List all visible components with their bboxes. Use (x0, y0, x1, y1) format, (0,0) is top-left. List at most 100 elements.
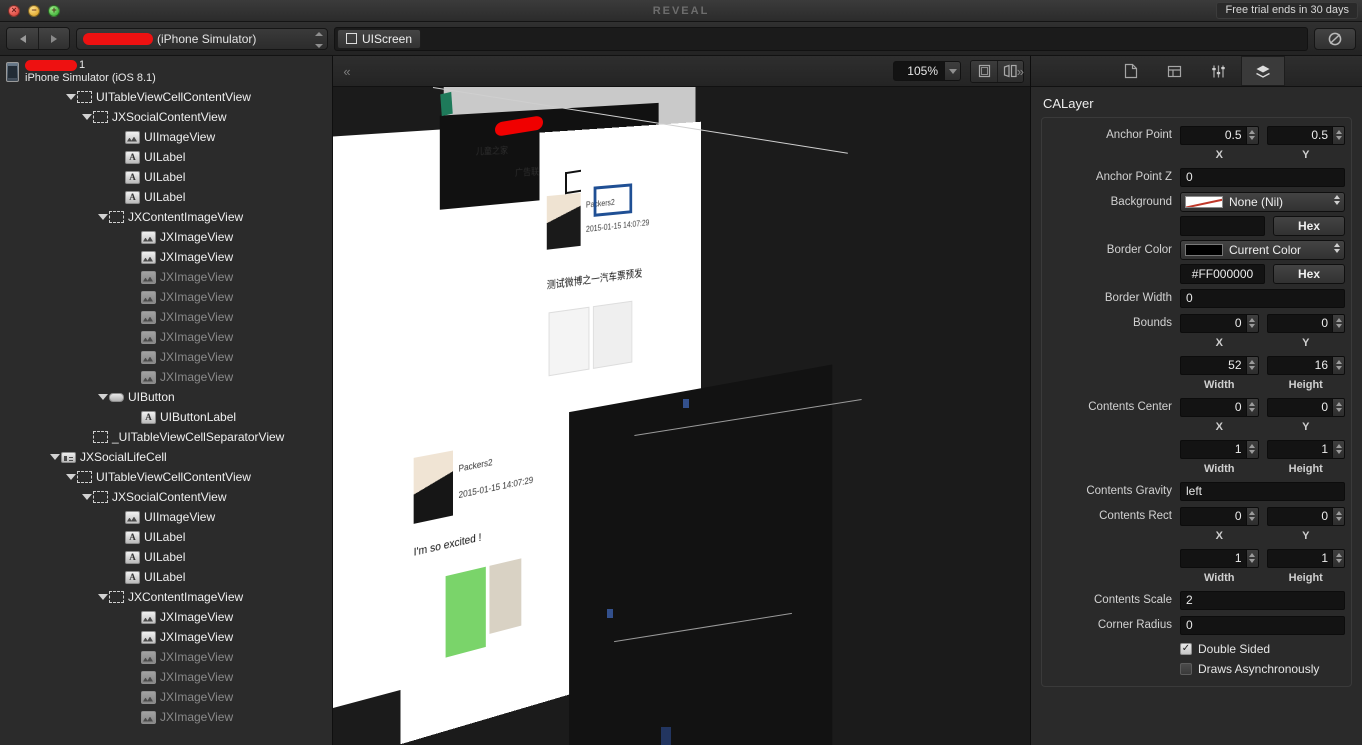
forward-button[interactable] (38, 28, 69, 49)
scene-layer-foreground-shadow[interactable] (569, 364, 833, 745)
tree-row[interactable]: JXImageView (0, 327, 332, 347)
tree-row[interactable]: JXImageView (0, 347, 332, 367)
tree-row[interactable]: JXSocialContentView (0, 107, 332, 127)
view-hierarchy-tree[interactable]: UITableViewCellContentView JXSocialConten… (0, 87, 332, 745)
border-color-hex-input[interactable]: #FF000000 (1180, 264, 1265, 284)
bounds-x-stepper[interactable] (1245, 313, 1259, 333)
disclosure-triangle-icon[interactable] (64, 474, 77, 480)
tree-row[interactable]: A UIButtonLabel (0, 407, 332, 427)
tree-row[interactable]: JXImageView (0, 667, 332, 687)
width-width-stepper[interactable] (1245, 355, 1259, 375)
refresh-button[interactable] (1314, 27, 1356, 50)
tree-row[interactable]: A UILabel (0, 147, 332, 167)
view-mode-2d-button[interactable] (971, 60, 997, 82)
tree-row[interactable]: JXContentImageView (0, 587, 332, 607)
background-hex-input[interactable] (1180, 216, 1265, 236)
tree-row[interactable]: JXImageView (0, 647, 332, 667)
tree-row[interactable]: JXContentImageView (0, 207, 332, 227)
border-color-format-dropdown[interactable]: Hex (1273, 264, 1345, 284)
tree-row[interactable]: JXImageView (0, 687, 332, 707)
contents-rect-y-input[interactable]: 0 (1266, 506, 1332, 526)
chevron-double-right-icon[interactable]: » (1017, 64, 1024, 79)
back-button[interactable] (7, 28, 38, 49)
sidebar-device-header[interactable]: 1 iPhone Simulator (iOS 8.1) (0, 56, 332, 87)
zoom-window-button[interactable]: + (48, 4, 60, 17)
anchor-point-x-stepper[interactable] (1245, 125, 1259, 145)
tree-row[interactable]: JXImageView (0, 707, 332, 727)
zoom-level-input[interactable]: 105% (893, 61, 945, 81)
tab-document[interactable] (1109, 56, 1153, 86)
tree-row[interactable]: UITableViewCellContentView (0, 87, 332, 107)
tree-row[interactable]: JXImageView (0, 627, 332, 647)
tab-layers[interactable] (1240, 56, 1285, 86)
inspector-content[interactable]: Anchor Point 0.5 0.5 X Y Anchor Point Z 0 Backg… (1031, 117, 1362, 745)
bounds-y-stepper[interactable] (1332, 313, 1345, 333)
tab-sliders[interactable] (1197, 56, 1241, 86)
anchor-point-y-input[interactable]: 0.5 (1266, 125, 1332, 145)
close-window-button[interactable]: × (8, 4, 20, 17)
anchor-point-x-input[interactable]: 0.5 (1180, 125, 1246, 145)
tree-row[interactable]: JXImageView (0, 287, 332, 307)
double-sided-checkbox[interactable]: ✓ (1180, 643, 1192, 655)
tab-table[interactable] (1153, 56, 1197, 86)
corner-radius-input[interactable]: 0 (1180, 615, 1345, 635)
tree-row[interactable]: JXImageView (0, 307, 332, 327)
contents-center-y-stepper[interactable] (1332, 397, 1345, 417)
width-height-input[interactable]: 1 (1266, 439, 1332, 459)
chevron-double-left-icon[interactable]: « (339, 64, 355, 79)
disclosure-triangle-icon[interactable] (96, 394, 109, 400)
width-height-stepper[interactable] (1332, 355, 1345, 375)
disclosure-triangle-icon[interactable] (96, 594, 109, 600)
breadcrumb-item-uiscreen[interactable]: UIScreen (337, 28, 422, 49)
width-height-stepper[interactable] (1332, 439, 1345, 459)
tree-row[interactable]: A UILabel (0, 547, 332, 567)
contents-rect-x-input[interactable]: 0 (1180, 506, 1246, 526)
3d-view-canvas[interactable]: 儿童之家 广告联盟 Packers2 2015-01-15 14:07:29 测… (333, 87, 1030, 745)
anchor-point-y-stepper[interactable] (1332, 125, 1345, 145)
contents-rect-x-stepper[interactable] (1245, 506, 1259, 526)
disclosure-triangle-icon[interactable] (96, 214, 109, 220)
tree-row[interactable]: A UILabel (0, 187, 332, 207)
tree-row[interactable]: JXImageView (0, 247, 332, 267)
tree-row[interactable]: JXImageView (0, 367, 332, 387)
tree-row[interactable]: A UILabel (0, 527, 332, 547)
property-row-draws-asynchronously[interactable]: Draws Asynchronously (1048, 662, 1345, 676)
tree-row[interactable]: JXSocialLifeCell (0, 447, 332, 467)
width-height-input[interactable]: 16 (1266, 355, 1332, 375)
width-width-input[interactable]: 52 (1180, 355, 1246, 375)
zoom-dropdown-button[interactable] (945, 61, 961, 81)
tree-row[interactable]: JXImageView (0, 267, 332, 287)
anchor-point-z-input[interactable]: 0 (1180, 167, 1345, 187)
width-width-stepper[interactable] (1245, 548, 1259, 568)
contents-center-x-input[interactable]: 0 (1180, 397, 1246, 417)
background-format-dropdown[interactable]: Hex (1273, 216, 1345, 236)
width-height-stepper[interactable] (1332, 548, 1345, 568)
tree-row[interactable]: JXImageView (0, 607, 332, 627)
contents-center-x-stepper[interactable] (1245, 397, 1259, 417)
disclosure-triangle-icon[interactable] (80, 114, 93, 120)
contents-gravity-input[interactable]: left (1180, 481, 1345, 501)
draws-asynchronously-checkbox[interactable] (1180, 663, 1192, 675)
disclosure-triangle-icon[interactable] (48, 454, 61, 460)
width-width-stepper[interactable] (1245, 439, 1259, 459)
disclosure-triangle-icon[interactable] (80, 494, 93, 500)
width-height-input[interactable]: 1 (1266, 548, 1332, 568)
bounds-y-input[interactable]: 0 (1266, 313, 1332, 333)
contents-rect-y-stepper[interactable] (1332, 506, 1345, 526)
view-hierarchy-sidebar[interactable]: 1 iPhone Simulator (iOS 8.1) UITableView… (0, 56, 333, 745)
app-selector-dropdown[interactable]: (iPhone Simulator) (76, 27, 328, 50)
tree-row[interactable]: UIImageView (0, 507, 332, 527)
tree-row[interactable]: A UILabel (0, 567, 332, 587)
tree-row[interactable]: UIButton (0, 387, 332, 407)
contents-scale-input[interactable]: 2 (1180, 590, 1345, 610)
disclosure-triangle-icon[interactable] (64, 94, 77, 100)
tree-row[interactable]: JXImageView (0, 227, 332, 247)
width-width-input[interactable]: 1 (1180, 548, 1246, 568)
tree-row[interactable]: A UILabel (0, 167, 332, 187)
border-width-input[interactable]: 0 (1180, 288, 1345, 308)
background-dropdown[interactable]: None (Nil) (1180, 192, 1345, 212)
contents-center-y-input[interactable]: 0 (1266, 397, 1332, 417)
scene-layer-cell-2[interactable]: Packers2 2015-01-15 14:07:29 I'm so exci… (400, 401, 580, 745)
scene-selected-layer-highlight[interactable] (593, 183, 633, 217)
bounds-x-input[interactable]: 0 (1180, 313, 1246, 333)
